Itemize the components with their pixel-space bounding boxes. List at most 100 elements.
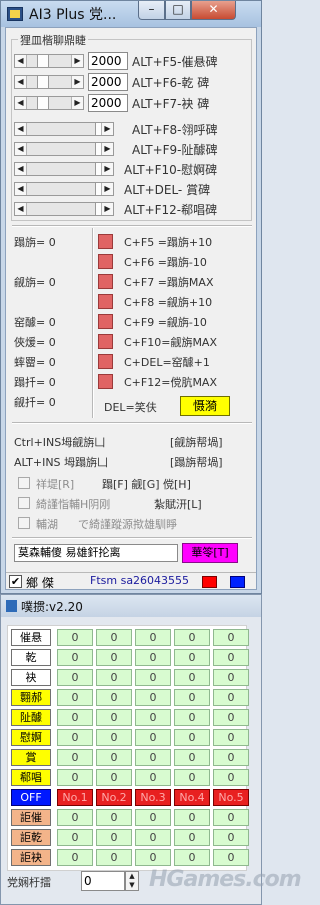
value-cell: 0 [213,669,249,686]
value-cell: 0 [57,769,93,786]
arrow-right-icon[interactable]: ▶ [71,55,83,67]
combo-button[interactable] [98,274,113,289]
name-input[interactable]: 莫森輔傻 易雄釬抡离 [14,544,178,562]
stat-label: 觎旃= 0 [14,276,56,289]
hotkey-row: ◀ ▶ ALT+F10-慰婀碑 [14,160,252,180]
interval-input[interactable]: 2000 [88,73,128,91]
combo-button[interactable] [98,334,113,349]
arrow-right-icon[interactable]: ▶ [101,123,113,135]
red-indicator[interactable] [202,576,217,588]
value-cell: 0 [57,729,93,746]
apply-button[interactable]: 華笭[T] [182,543,238,563]
row-label[interactable]: 翾郝 [11,689,51,706]
arrow-right-icon[interactable]: ▶ [101,143,113,155]
slider-thumb[interactable] [37,76,49,88]
status-label: 鄉 傑 [26,576,54,590]
arrow-right-icon[interactable]: ▶ [71,97,83,109]
row-label[interactable]: OFF [11,789,51,806]
value-cell: 0 [174,669,210,686]
hotkey-info-value: [蹋旃帮堝] [170,456,223,469]
row-label[interactable]: 催悬 [11,629,51,646]
value-cell: 0 [213,849,249,866]
row-label[interactable]: 賞 [11,749,51,766]
blue-indicator[interactable] [230,576,245,588]
interval-input[interactable]: 2000 [88,94,128,112]
option-checkbox[interactable] [18,477,30,489]
row-label[interactable]: 詎乾 [11,829,51,846]
value-cell: 0 [174,809,210,826]
interval-slider[interactable]: ◀ ▶ [14,182,114,196]
row-label[interactable]: 郗唱 [11,769,51,786]
value-cell: 0 [96,829,132,846]
arrow-left-icon[interactable]: ◀ [15,183,27,195]
value-cell: 0 [135,649,171,666]
arrow-right-icon[interactable]: ▶ [101,203,113,215]
value-cell: 0 [135,629,171,646]
interval-slider[interactable]: ◀ ▶ [14,202,114,216]
slider-thumb[interactable] [37,55,49,67]
maximize-button[interactable]: □ [165,1,191,20]
interval-slider[interactable]: ◀ ▶ [14,54,84,68]
interval-input[interactable]: 2000 [88,52,128,70]
arrow-right-icon[interactable]: ▶ [71,76,83,88]
row-label[interactable]: 詎催 [11,809,51,826]
row-label[interactable]: 詎袂 [11,849,51,866]
combo-button[interactable] [98,314,113,329]
speed-input[interactable]: 0 [81,871,125,891]
combo-button[interactable] [98,374,113,389]
slider-thumb[interactable] [37,97,49,109]
value-cell: 0 [213,689,249,706]
status-bar: ✔ 鄉 傑 Ftsm sa26043555 [6,572,256,590]
row-label[interactable]: 袂 [11,669,51,686]
combo-button[interactable] [98,294,113,309]
interval-slider[interactable]: ◀ ▶ [14,142,114,156]
combo-label: C+F8 =觎旃+10 [124,296,213,309]
enable-checkbox[interactable]: ✔ [9,575,22,588]
arrow-right-icon[interactable]: ▶ [101,183,113,195]
interval-slider[interactable]: ◀ ▶ [14,96,84,110]
arrow-left-icon[interactable]: ◀ [15,163,27,175]
option-checkbox[interactable] [18,497,30,509]
value-cell: 0 [174,849,210,866]
option-label: 輔湖 [36,518,58,531]
interval-slider[interactable]: ◀ ▶ [14,122,114,136]
arrow-left-icon[interactable]: ◀ [15,123,27,135]
value-cell: 0 [96,629,132,646]
title-bar-2[interactable]: 噗掼:v2.20 [1,595,261,617]
row-label[interactable]: 慰婀 [11,729,51,746]
reset-button[interactable]: 慑漪 [180,396,230,416]
close-button[interactable]: ✕ [191,1,236,20]
arrow-left-icon[interactable]: ◀ [15,143,27,155]
hotkey-row: ◀ ▶ 2000 ALT+F5-催悬碑 [14,52,252,72]
combo-button[interactable] [98,254,113,269]
watermark: HGames.com [149,867,302,892]
value-cell: 0 [96,809,132,826]
value-cell: 0 [213,769,249,786]
combo-label: C+F7 =蹋旃MAX [124,276,214,289]
credit-text: Ftsm sa26043555 [90,574,190,587]
minimize-button[interactable]: – [138,1,165,20]
row-label[interactable]: 乾 [11,649,51,666]
combo-button[interactable] [98,354,113,369]
arrow-left-icon[interactable]: ◀ [15,203,27,215]
option-checkbox[interactable] [18,517,30,529]
hotkey-info-value: [觎旃帮堝] [170,436,223,449]
arrow-left-icon[interactable]: ◀ [15,97,27,109]
arrow-left-icon[interactable]: ◀ [15,76,27,88]
spinner-icon[interactable]: ▲ ▼ [125,871,139,891]
stat-label: 蟀罶= 0 [14,356,56,369]
value-cell: 0 [213,829,249,846]
hotkey-row: ◀ ▶ ALT+F9-阯醵碑 [14,140,252,160]
interval-slider[interactable]: ◀ ▶ [14,162,114,176]
arrow-left-icon[interactable]: ◀ [15,55,27,67]
delete-note: DEL=笑伕 [104,401,157,414]
arrow-right-icon[interactable]: ▶ [101,163,113,175]
title-bar[interactable]: AI3 Plus 党... – □ ✕ [1,1,261,27]
interval-slider[interactable]: ◀ ▶ [14,75,84,89]
combo-label: C+F9 =觎旃-10 [124,316,207,329]
option-keys: 蹋[F] 觎[G] 傥[H] [102,478,191,491]
vertical-divider [92,228,94,418]
combo-button[interactable] [98,234,113,249]
combo-label: C+F6 =蹋旃-10 [124,256,207,269]
row-label[interactable]: 阯醵 [11,709,51,726]
